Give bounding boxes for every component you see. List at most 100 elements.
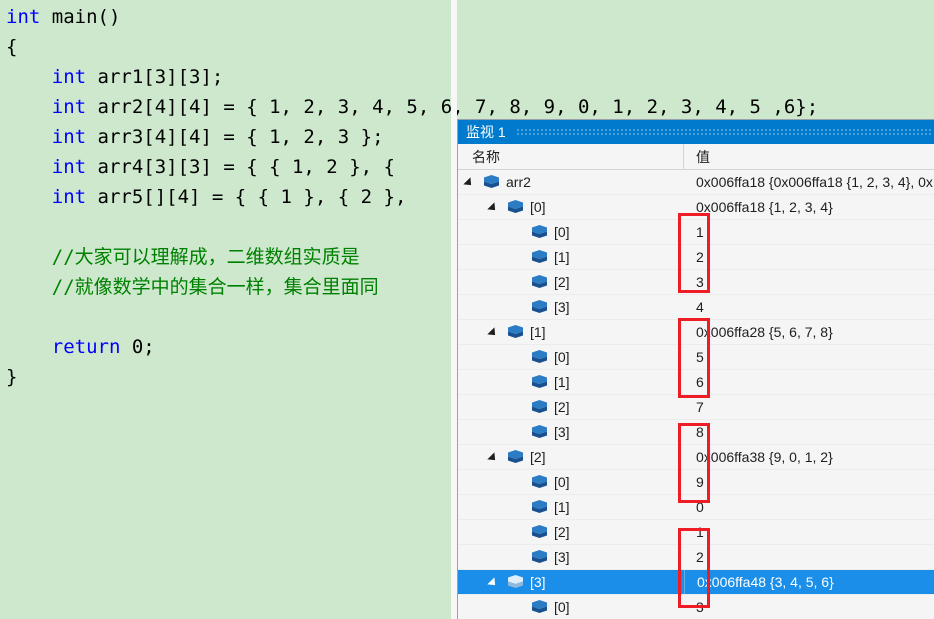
watch-row-label: [3] [554, 299, 570, 315]
watch-row-name-cell[interactable]: [1] [458, 370, 684, 394]
watch-window[interactable]: 监视 1 名称 值 arr2 0x006ffa18 {0x006ffa18 {1,… [457, 119, 934, 619]
watch-row-name-cell[interactable]: [1] [458, 245, 684, 269]
watch-row-value[interactable]: 1 [684, 220, 934, 244]
variable-icon [532, 600, 547, 614]
watch-row-name-cell[interactable]: [3] [458, 420, 684, 444]
watch-row-value[interactable]: 2 [684, 545, 934, 569]
watch-row-label: [2] [554, 274, 570, 290]
watch-row-value[interactable]: 0x006ffa38 {9, 0, 1, 2} [684, 445, 934, 469]
expander-collapse-icon[interactable] [487, 327, 499, 339]
variable-icon [532, 525, 547, 539]
watch-row[interactable]: [3] 4 [458, 295, 934, 320]
watch-row[interactable]: [0] 1 [458, 220, 934, 245]
variable-icon [508, 450, 523, 464]
watch-rows: arr2 0x006ffa18 {0x006ffa18 {1, 2, 3, 4},… [458, 170, 934, 619]
watch-row-name-cell[interactable]: [2] [458, 520, 684, 544]
watch-row-name-cell[interactable]: [0] [458, 220, 684, 244]
watch-row-value[interactable]: 3 [684, 270, 934, 294]
watch-row[interactable]: [2] 0x006ffa38 {9, 0, 1, 2} [458, 445, 934, 470]
watch-row[interactable]: arr2 0x006ffa18 {0x006ffa18 {1, 2, 3, 4},… [458, 170, 934, 195]
watch-row-label: [3] [554, 424, 570, 440]
watch-row-label: [0] [530, 199, 546, 215]
code-line: int arr2[4][4] = { 1, 2, 3, 4, 5, 6, 7, … [6, 92, 934, 122]
watch-row-value[interactable]: 1 [684, 520, 934, 544]
watch-row[interactable]: [0] 5 [458, 345, 934, 370]
variable-icon [532, 250, 547, 264]
watch-row-value[interactable]: 3 [684, 595, 934, 619]
watch-window-titlebar[interactable]: 监视 1 [458, 120, 934, 144]
watch-row-label: [0] [554, 599, 570, 615]
watch-row[interactable]: [0] 0x006ffa18 {1, 2, 3, 4} [458, 195, 934, 220]
watch-row-name-cell[interactable]: [2] [458, 270, 684, 294]
watch-row[interactable]: [2] 7 [458, 395, 934, 420]
watch-row-name-cell[interactable]: [3] [458, 545, 684, 569]
watch-row-name-cell[interactable]: [1] [458, 495, 684, 519]
watch-row[interactable]: [1] 6 [458, 370, 934, 395]
watch-row-label: [1] [554, 374, 570, 390]
watch-row-name-cell[interactable]: [0] [458, 595, 684, 619]
watch-row-value[interactable]: 5 [684, 345, 934, 369]
watch-row-name-cell[interactable]: [3] [458, 295, 684, 319]
watch-row-label: [1] [554, 499, 570, 515]
watch-row-value[interactable]: 8 [684, 420, 934, 444]
watch-row[interactable]: [0] 3 [458, 595, 934, 619]
watch-row-value[interactable]: 0x006ffa18 {1, 2, 3, 4} [684, 195, 934, 219]
watch-row-value[interactable]: 2 [684, 245, 934, 269]
code-text: 0; [120, 336, 155, 358]
variable-icon [484, 175, 499, 189]
watch-column-header: 名称 值 [458, 144, 934, 170]
watch-row-name-cell[interactable]: [3] [458, 570, 684, 594]
watch-row-label: [0] [554, 349, 570, 365]
watch-row-value[interactable]: 0x006ffa28 {5, 6, 7, 8} [684, 320, 934, 344]
watch-row-label: [1] [530, 324, 546, 340]
watch-row[interactable]: [3] 8 [458, 420, 934, 445]
code-text: arr4[3][3] = { { 1, 2 }, { [86, 156, 395, 178]
code-keyword: int [6, 6, 41, 28]
watch-row[interactable]: [0] 9 [458, 470, 934, 495]
code-line: int arr1[3][3]; [6, 62, 934, 92]
watch-row-name-cell[interactable]: [2] [458, 445, 684, 469]
watch-row-name-cell[interactable]: [1] [458, 320, 684, 344]
watch-row-name-cell[interactable]: arr2 [458, 170, 684, 194]
column-header-name[interactable]: 名称 [458, 144, 684, 169]
code-comment: //大家可以理解成，二维数组实质是 [6, 246, 360, 268]
watch-row[interactable]: [3] 0x006ffa48 {3, 4, 5, 6} [458, 570, 934, 595]
watch-row-value[interactable]: 0x006ffa18 {0x006ffa18 {1, 2, 3, 4}, 0x [684, 170, 934, 194]
watch-row-name-cell[interactable]: [0] [458, 345, 684, 369]
expander-collapse-icon[interactable] [487, 577, 499, 589]
watch-row-value[interactable]: 6 [684, 370, 934, 394]
watch-row[interactable]: [1] 0 [458, 495, 934, 520]
watch-row-value[interactable]: 0 [684, 495, 934, 519]
variable-icon [508, 575, 523, 589]
code-line: { [6, 32, 934, 62]
watch-row-name-cell[interactable]: [2] [458, 395, 684, 419]
watch-row-name-cell[interactable]: [0] [458, 470, 684, 494]
watch-row[interactable]: [2] 3 [458, 270, 934, 295]
expander-collapse-icon[interactable] [487, 452, 499, 464]
watch-row-value[interactable]: 7 [684, 395, 934, 419]
watch-row-value[interactable]: 9 [684, 470, 934, 494]
column-header-value[interactable]: 值 [684, 144, 934, 169]
watch-row[interactable]: [1] 2 [458, 245, 934, 270]
watch-window-title: 监视 1 [466, 124, 506, 140]
titlebar-drag-handle[interactable] [516, 128, 932, 137]
watch-row-value[interactable]: 0x006ffa48 {3, 4, 5, 6} [684, 570, 934, 594]
watch-row-label: [3] [530, 574, 546, 590]
watch-row[interactable]: [1] 0x006ffa28 {5, 6, 7, 8} [458, 320, 934, 345]
watch-row-label: arr2 [506, 174, 531, 190]
expander-collapse-icon[interactable] [487, 202, 499, 214]
watch-row[interactable]: [3] 2 [458, 545, 934, 570]
watch-row[interactable]: [2] 1 [458, 520, 934, 545]
variable-icon [508, 325, 523, 339]
code-text: { [6, 36, 18, 58]
code-line: int main() [6, 2, 934, 32]
variable-icon [532, 400, 547, 414]
watch-row-value[interactable]: 4 [684, 295, 934, 319]
code-comment: //就像数学中的集合一样，集合里面同 [6, 276, 379, 298]
watch-row-label: [0] [554, 224, 570, 240]
expander-collapse-icon[interactable] [463, 177, 475, 189]
code-text: arr3[4][4] = { 1, 2, 3 }; [86, 126, 384, 148]
watch-row-name-cell[interactable]: [0] [458, 195, 684, 219]
